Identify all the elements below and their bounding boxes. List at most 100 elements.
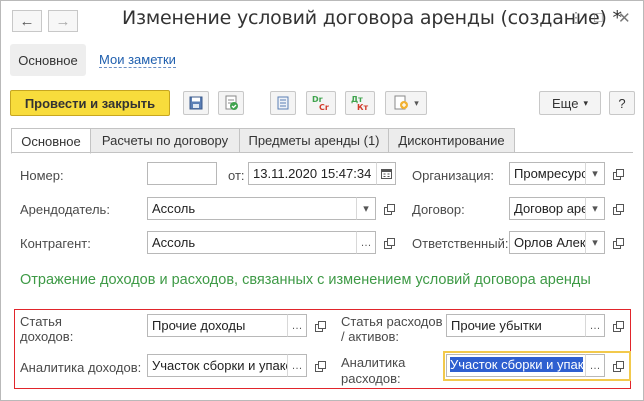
calendar-icon [380,169,392,179]
organization-input[interactable]: Промресурс [509,162,586,185]
income-item-select-button[interactable]: … [287,314,307,337]
number-label: Номер: [20,168,64,183]
responsible-open-button[interactable] [608,233,628,253]
tab-discounting[interactable]: Дисконтирование [388,128,515,153]
chevron-down-icon: ▾ [592,203,598,215]
ellipsis-icon: … [589,319,601,332]
open-icon [612,320,624,332]
list-button[interactable] [270,91,296,115]
lessor-label: Арендодатель: [20,202,110,217]
create-based-on-button[interactable]: ▾ [385,91,427,115]
expense-item-open-button[interactable] [608,316,628,336]
ellipsis-icon: … [291,319,303,332]
ellipsis-icon: … [291,359,303,372]
lessor-open-button[interactable] [379,199,399,219]
chevron-down-icon: ▾ [583,97,588,108]
income-analytics-input[interactable]: Участок сборки и упаковки [147,354,288,377]
tab-lease-items[interactable]: Предметы аренды (1) [239,128,389,153]
svg-text:Cr: Cr [319,103,329,112]
more-button[interactable]: Еще ▾ [539,91,601,115]
selected-text: Участок сборки и упак [450,357,584,372]
income-analytics-select-button[interactable]: … [287,354,307,377]
lessor-dropdown[interactable]: ▾ [356,197,376,220]
top-tab-notes[interactable]: Мои заметки [99,53,176,68]
ellipsis-icon: … [360,236,372,249]
open-icon [314,320,326,332]
contract-dropdown[interactable]: ▾ [585,197,605,220]
date-input[interactable]: 13.11.2020 15:47:34 [248,162,377,185]
expense-analytics-label-line1: Аналитика [341,355,406,370]
chevron-down-icon: ▾ [363,203,369,215]
income-analytics-label: Аналитика доходов: [20,360,142,375]
open-icon [612,237,624,249]
organization-dropdown[interactable]: ▾ [585,162,605,185]
open-icon [383,237,395,249]
responsible-input[interactable]: Орлов Алексей [509,231,586,254]
post-document-icon [225,95,238,110]
tab-settlements[interactable]: Расчеты по договору [90,128,240,153]
counterparty-label: Контрагент: [20,236,91,251]
expense-item-label-line1: Статья расходов [341,314,443,329]
maximize-icon[interactable]: □ [594,9,602,25]
income-analytics-open-button[interactable] [310,356,330,376]
income-item-label-line1: Статья [20,314,62,329]
tab-divider [11,152,633,153]
arrow-left-icon: ← [19,12,35,30]
contract-open-button[interactable] [608,199,628,219]
income-item-label-line2: доходов: [20,329,74,344]
expense-analytics-label-line2: расходов: [341,371,401,386]
open-icon [612,360,624,372]
svg-text:Кт: Кт [357,103,369,112]
window-title: Изменение условий договора аренды (созда… [122,7,622,29]
create-based-icon [394,95,409,110]
ellipsis-icon: … [589,359,601,372]
expense-analytics-open-button[interactable] [608,356,628,376]
dt-ct-icon: DrCr [312,95,329,112]
income-item-open-button[interactable] [310,316,330,336]
organization-label: Организация: [412,168,495,183]
expense-item-label-line2: / активов: [341,329,400,344]
calendar-button[interactable] [376,162,396,185]
contract-input[interactable]: Договор аренды [509,197,586,220]
postings-button[interactable]: Дт Кт [345,91,375,115]
chevron-down-icon: ▾ [592,237,598,249]
post-and-close-button[interactable]: Провести и закрыть [10,90,170,116]
list-icon [277,96,289,110]
open-icon [383,203,395,215]
more-button-label: Еще [552,95,579,111]
post-button[interactable] [218,91,244,115]
lessor-input[interactable]: Ассоль [147,197,357,220]
income-item-input[interactable]: Прочие доходы [147,314,288,337]
open-icon [612,203,624,215]
responsible-dropdown[interactable]: ▾ [585,231,605,254]
expense-analytics-input[interactable]: Участок сборки и упак [446,354,586,377]
save-button[interactable] [183,91,209,115]
dt-ct-journal-button[interactable]: Dr Cr [306,91,336,115]
more-options-icon[interactable]: ⋮ [569,9,583,26]
contract-label: Договор: [412,202,465,217]
open-icon [612,168,624,180]
expense-analytics-select-button[interactable]: … [585,354,605,377]
responsible-label: Ответственный: [412,236,509,251]
arrow-right-icon: → [55,12,71,30]
counterparty-open-button[interactable] [379,233,399,253]
top-tab-main[interactable]: Основное [10,44,86,76]
save-icon [189,96,203,110]
forward-button[interactable]: → [48,10,78,32]
chevron-down-icon: ▾ [592,168,598,180]
help-button[interactable]: ? [609,91,635,115]
date-from-label: от: [228,168,245,183]
open-icon [314,360,326,372]
tab-main[interactable]: Основное [11,128,91,154]
chevron-down-icon: ▾ [414,97,419,108]
expense-item-input[interactable]: Прочие убытки [446,314,586,337]
number-input[interactable] [147,162,217,185]
organization-open-button[interactable] [608,164,628,184]
income-expense-section-title: Отражение доходов и расходов, связанных … [20,272,591,288]
close-icon[interactable]: ✕ [618,9,631,27]
expense-item-select-button[interactable]: … [585,314,605,337]
counterparty-input[interactable]: Ассоль [147,231,357,254]
back-button[interactable]: ← [12,10,42,32]
counterparty-select-button[interactable]: … [356,231,376,254]
postings-icon: ДтКт [351,95,369,112]
